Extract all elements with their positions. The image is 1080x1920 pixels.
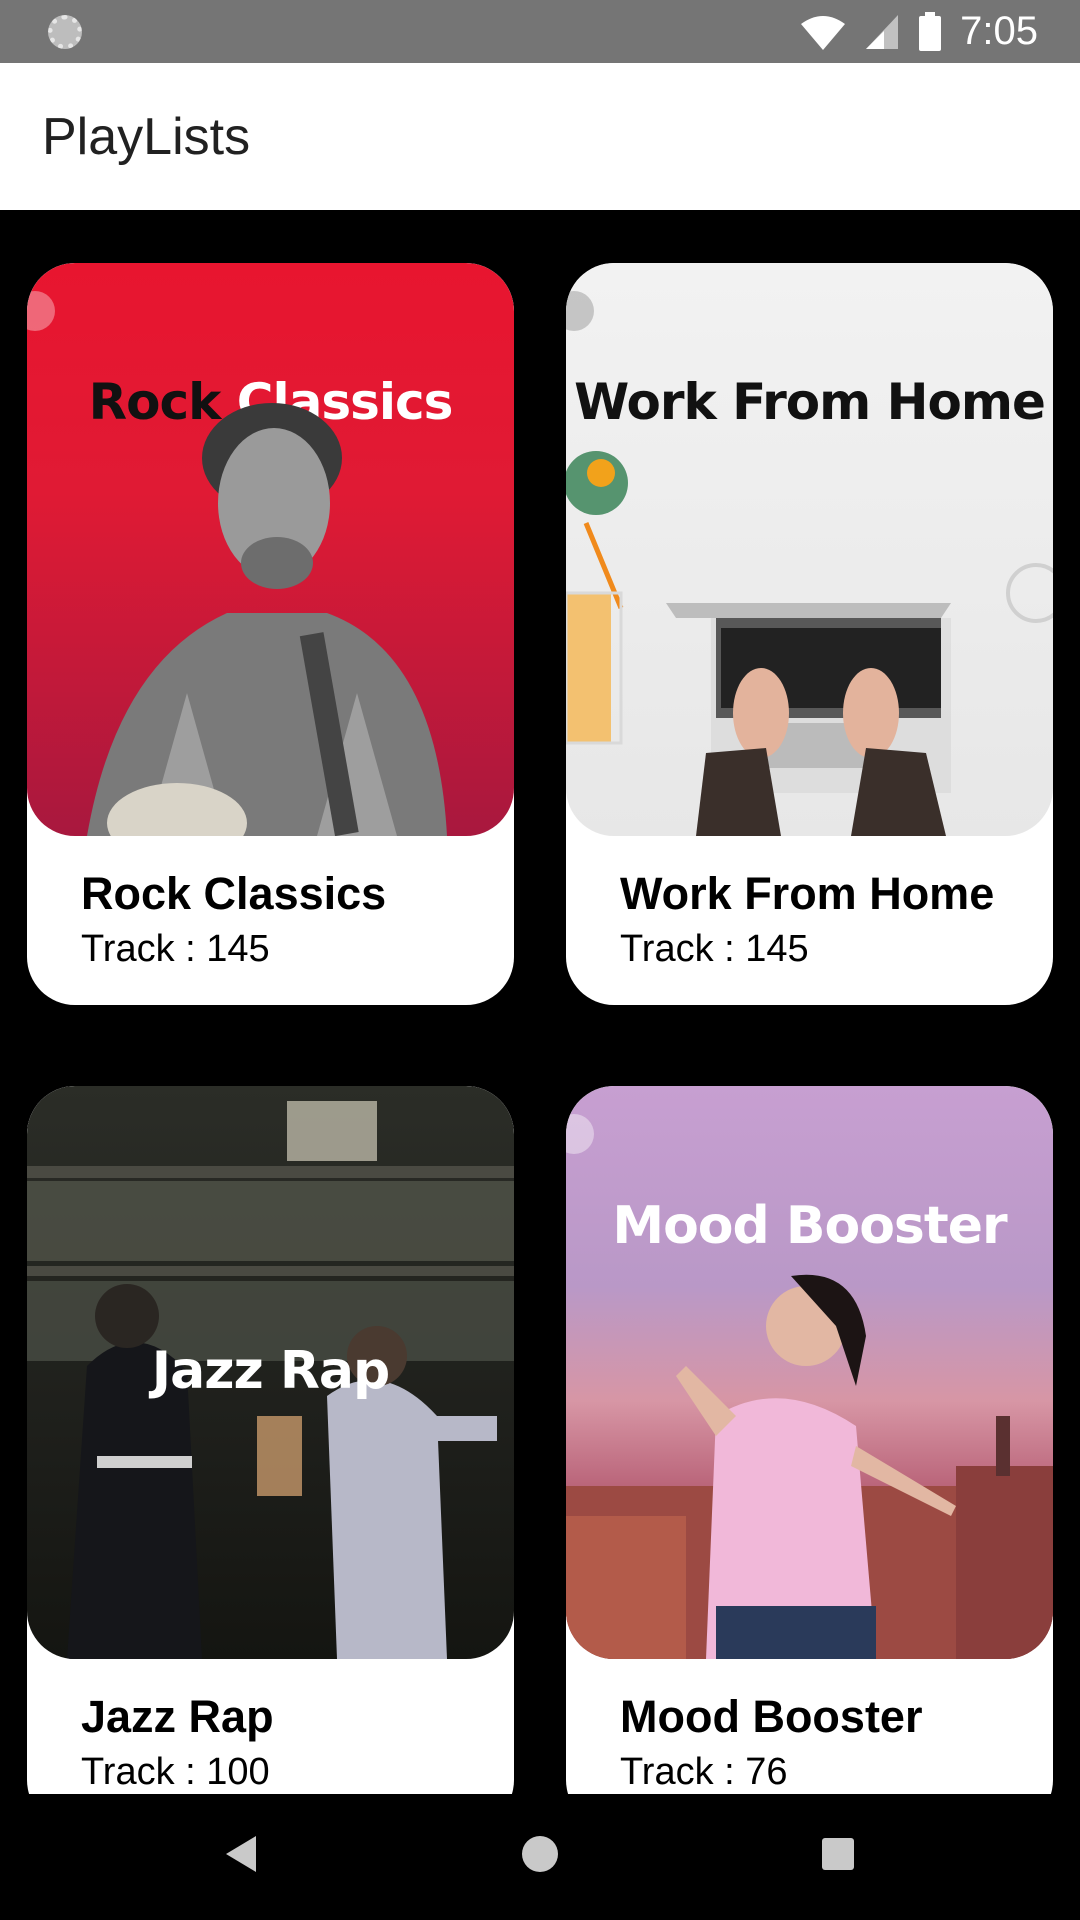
clock: 7:05 — [960, 9, 1038, 53]
wifi-icon — [801, 15, 846, 50]
page-title: PlayLists — [42, 108, 251, 166]
playlist-card-work-from-home[interactable]: Work From Home Work From Home Track : 14… — [566, 263, 1053, 1005]
playlist-card-rock-classics[interactable]: Rock Classics Rock Classics Track : 145 — [27, 263, 514, 1005]
playlist-track-count: Track : 76 — [620, 1751, 788, 1793]
loading-indicator-icon — [48, 15, 82, 49]
playlist-title: Mood Booster — [620, 1691, 923, 1742]
playlist-grid[interactable]: Rock Classics Rock Classics Track : 145 … — [0, 210, 1080, 1794]
playlist-track-count: Track : 145 — [620, 928, 809, 970]
artist-photo — [87, 403, 447, 836]
playlist-card-mood-booster[interactable]: Mood Booster Mood Booster Track : 76 — [566, 1086, 1053, 1794]
playlist-cover: Work From Home — [566, 263, 1053, 836]
signal-icon — [866, 14, 899, 49]
playlist-cover: Mood Booster — [566, 1086, 1053, 1659]
playlist-track-count: Track : 100 — [81, 1751, 270, 1793]
cover-title: Jazz Rap — [151, 1341, 390, 1401]
app-bar: PlayLists — [0, 63, 1080, 210]
back-icon[interactable] — [224, 1834, 260, 1874]
status-icons: 7:05 — [800, 0, 1038, 63]
playlist-cover: Rock Classics — [27, 263, 514, 836]
playlist-title: Jazz Rap — [81, 1691, 274, 1742]
playlist-card-jazz-rap[interactable]: Jazz Rap Jazz Rap Track : 100 — [27, 1086, 514, 1794]
recents-icon[interactable] — [820, 1836, 856, 1872]
mood-photo — [566, 1274, 1053, 1659]
desk-photo — [566, 451, 1053, 836]
playlist-cover: Jazz Rap — [27, 1086, 514, 1659]
home-icon[interactable] — [520, 1834, 560, 1874]
navigation-bar — [0, 1794, 1080, 1920]
playlist-title: Work From Home — [620, 868, 995, 919]
status-bar: 7:05 — [0, 0, 1080, 63]
playlist-track-count: Track : 145 — [81, 928, 270, 970]
playlist-title: Rock Classics — [81, 868, 387, 919]
battery-icon — [919, 11, 942, 51]
